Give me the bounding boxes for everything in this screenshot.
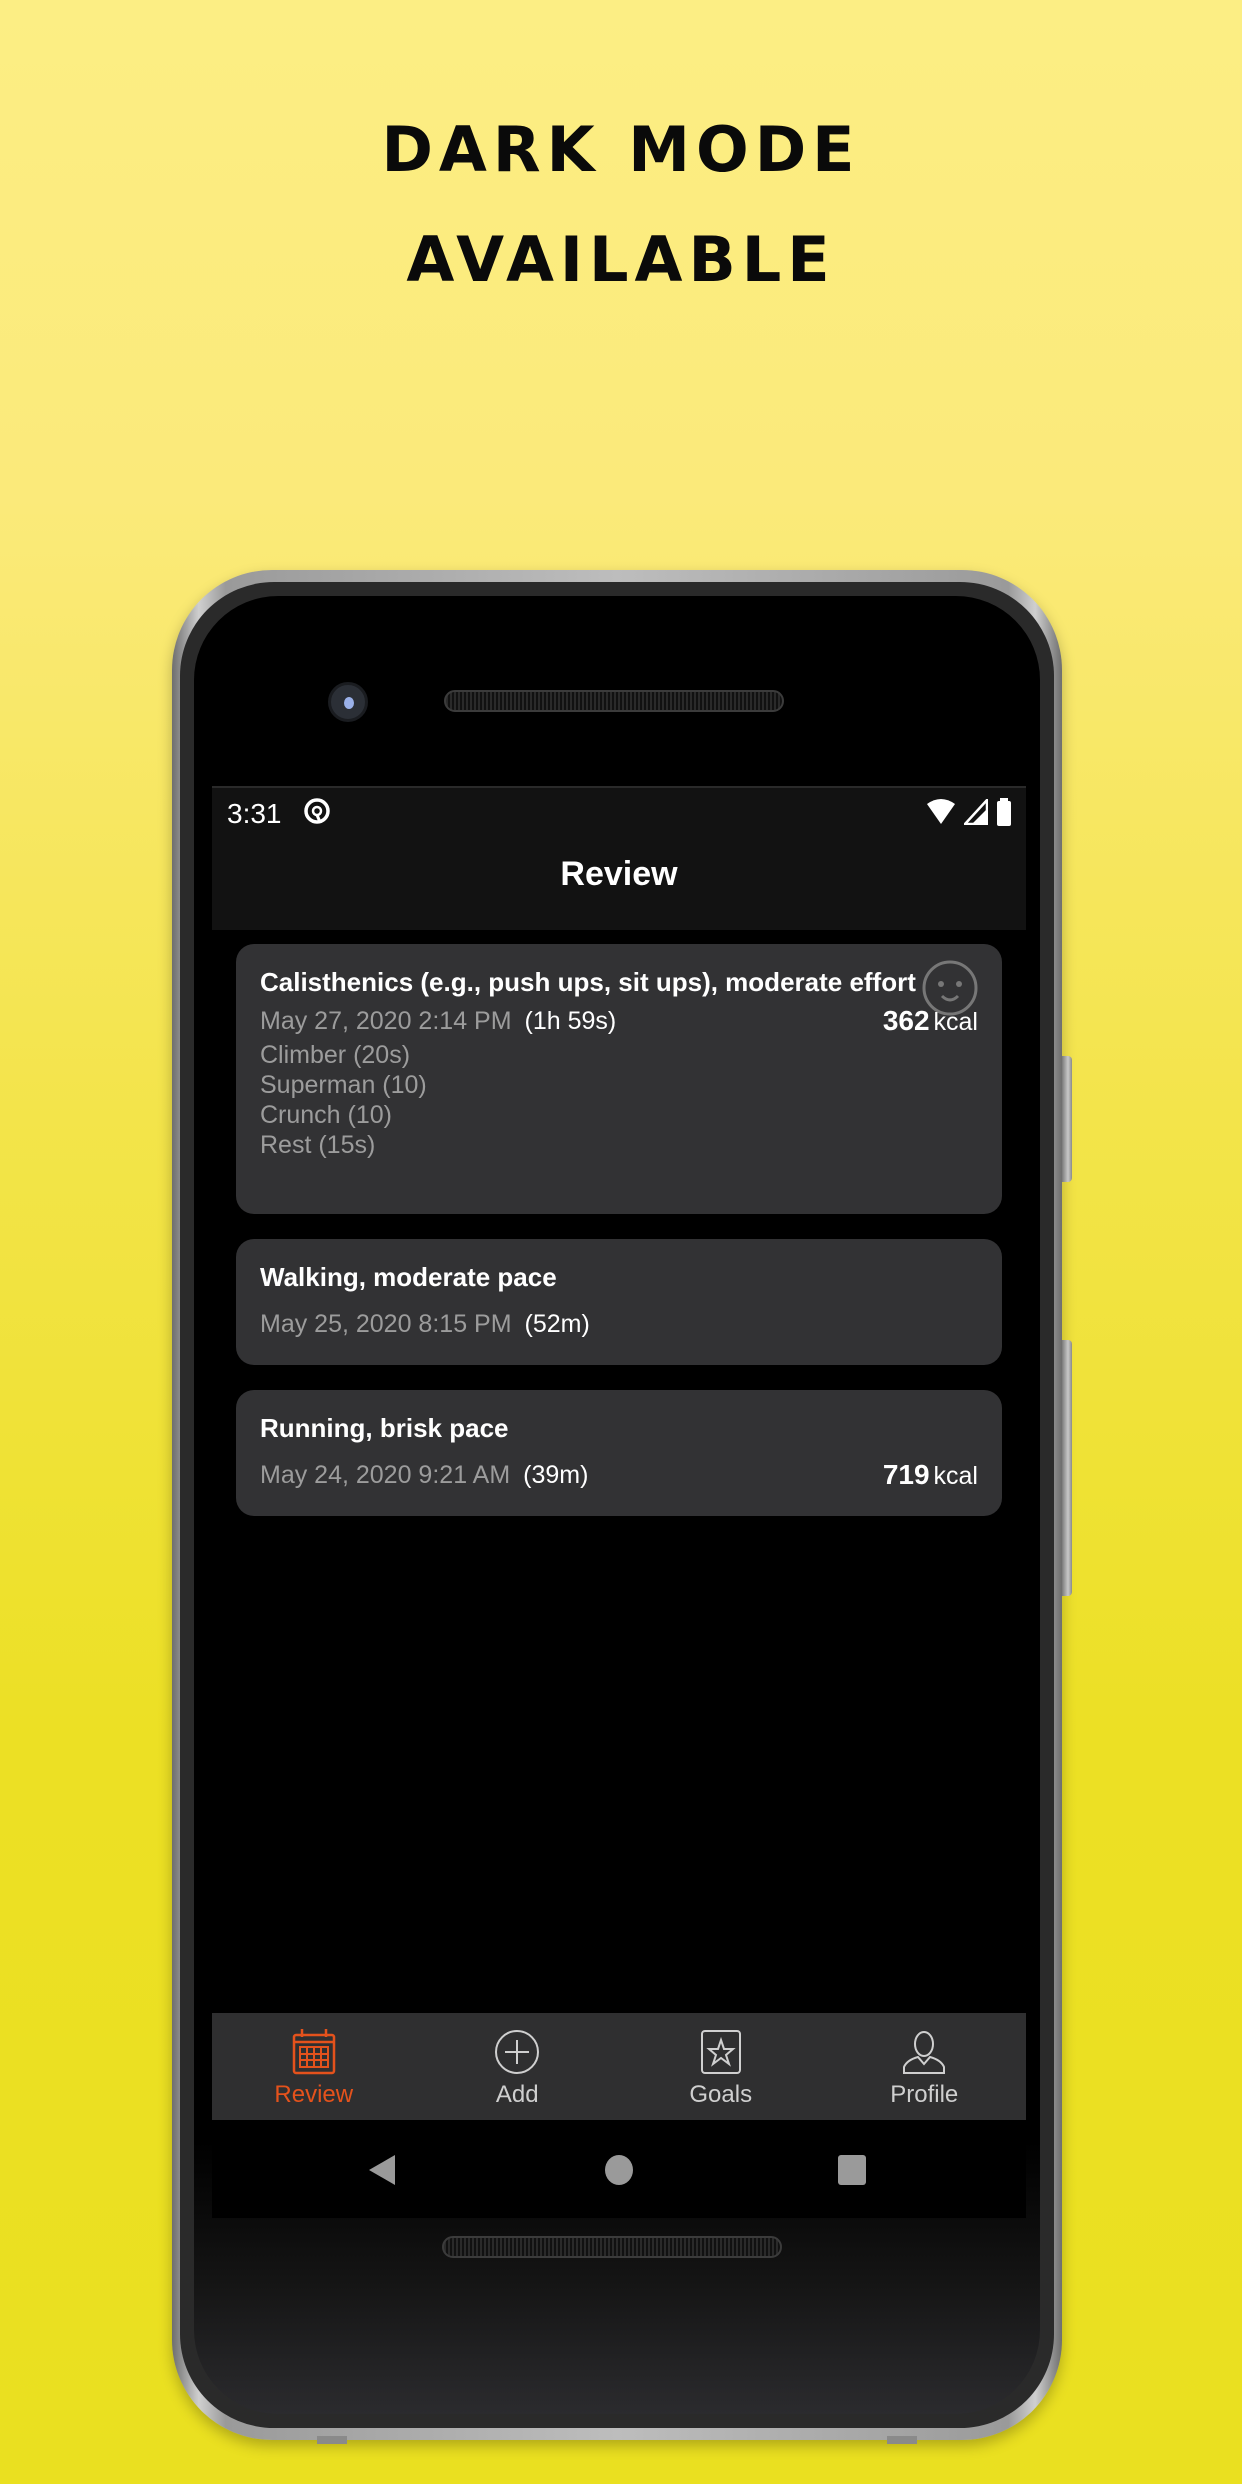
add-circle-icon (495, 2030, 540, 2074)
workout-title: Walking, moderate pace (260, 1262, 557, 1292)
workout-date: May 25, 2020 8:15 PM (260, 1310, 512, 1338)
tab-review[interactable]: Review (212, 2013, 416, 2120)
tab-label: Goals (689, 2081, 753, 2108)
app-screen: 3:31 Review Calisthenics (e.g., push ups… (212, 786, 1026, 2218)
workout-card[interactable]: Calisthenics (e.g., push ups, sit ups), … (236, 944, 1002, 1214)
tab-label: Add (495, 2081, 539, 2108)
power-button (1062, 1056, 1072, 1182)
workout-meta: May 25, 2020 8:15 PM (52m) (260, 1305, 978, 1343)
workout-calories: 719 kcal (883, 1456, 978, 1495)
workout-meta: May 27, 2020 2:14 PM (1h 59s) 362 kcal (260, 1002, 978, 1040)
workout-duration: (39m) (523, 1461, 589, 1489)
kcal-value: 719 (882, 1459, 930, 1490)
workout-meta: May 24, 2020 9:21 AM (39m) 719 kcal (260, 1456, 978, 1494)
tab-add[interactable]: Add (416, 2013, 620, 2120)
system-navigation-bar (212, 2120, 1026, 2218)
status-icons (926, 798, 1012, 826)
data-saver-icon (302, 796, 332, 833)
workout-card[interactable]: Walking, moderate pace May 25, 2020 8:15… (236, 1239, 1002, 1365)
star-badge-icon (700, 2030, 741, 2074)
promo-line-2: AVAILABLE (406, 223, 836, 296)
volume-button (1062, 1340, 1072, 1596)
kcal-unit: kcal (933, 1008, 978, 1036)
front-camera-icon (328, 682, 368, 722)
workout-date: May 27, 2020 2:14 PM (260, 1007, 512, 1035)
workout-date: May 24, 2020 9:21 AM (260, 1461, 511, 1489)
person-icon (903, 2031, 946, 2074)
top-speaker-grille (444, 690, 784, 712)
phone-foot-left (317, 2436, 347, 2444)
status-bar: 3:31 (212, 786, 1026, 838)
exercise-item: Climber (20s) (260, 1041, 411, 1069)
status-time: 3:31 (227, 798, 282, 829)
signal-icon (964, 799, 988, 825)
calendar-icon (292, 2029, 335, 2075)
recents-icon[interactable] (836, 2154, 868, 2186)
exercise-item: Superman (10) (260, 1071, 427, 1099)
phone-foot-right (887, 2436, 917, 2444)
workout-duration: (1h 59s) (524, 1007, 617, 1035)
battery-icon (997, 798, 1011, 826)
kcal-unit: kcal (933, 1462, 978, 1490)
promo-line-1: DARK MODE (381, 113, 861, 186)
workout-title: Calisthenics (e.g., push ups, sit ups), … (260, 967, 916, 997)
kcal-value: 362 (882, 1005, 930, 1036)
workout-card[interactable]: Running, brisk pace May 24, 2020 9:21 AM… (236, 1390, 1002, 1516)
app-bar: Review (212, 838, 1026, 930)
exercise-item: Crunch (10) (260, 1101, 392, 1129)
workout-duration: (52m) (524, 1310, 590, 1338)
tab-label: Profile (890, 2081, 959, 2108)
tab-goals[interactable]: Goals (619, 2013, 823, 2120)
back-icon[interactable] (367, 2154, 399, 2186)
bottom-navigation: Review Add Goals Profile (212, 2013, 1026, 2120)
exercise-item: Rest (15s) (260, 1131, 376, 1159)
home-icon[interactable] (603, 2154, 635, 2186)
page-title: Review (560, 855, 678, 893)
workout-list: Calisthenics (e.g., push ups, sit ups), … (236, 944, 1002, 1541)
tab-profile[interactable]: Profile (823, 2013, 1027, 2120)
wifi-icon (927, 799, 955, 824)
bottom-speaker-grille (442, 2236, 782, 2258)
workout-calories: 362 kcal (883, 1002, 978, 1041)
tab-label: Review (274, 2081, 354, 2108)
promo-headline: DARK MODE AVAILABLE (0, 95, 1242, 315)
workout-title: Running, brisk pace (260, 1413, 509, 1443)
